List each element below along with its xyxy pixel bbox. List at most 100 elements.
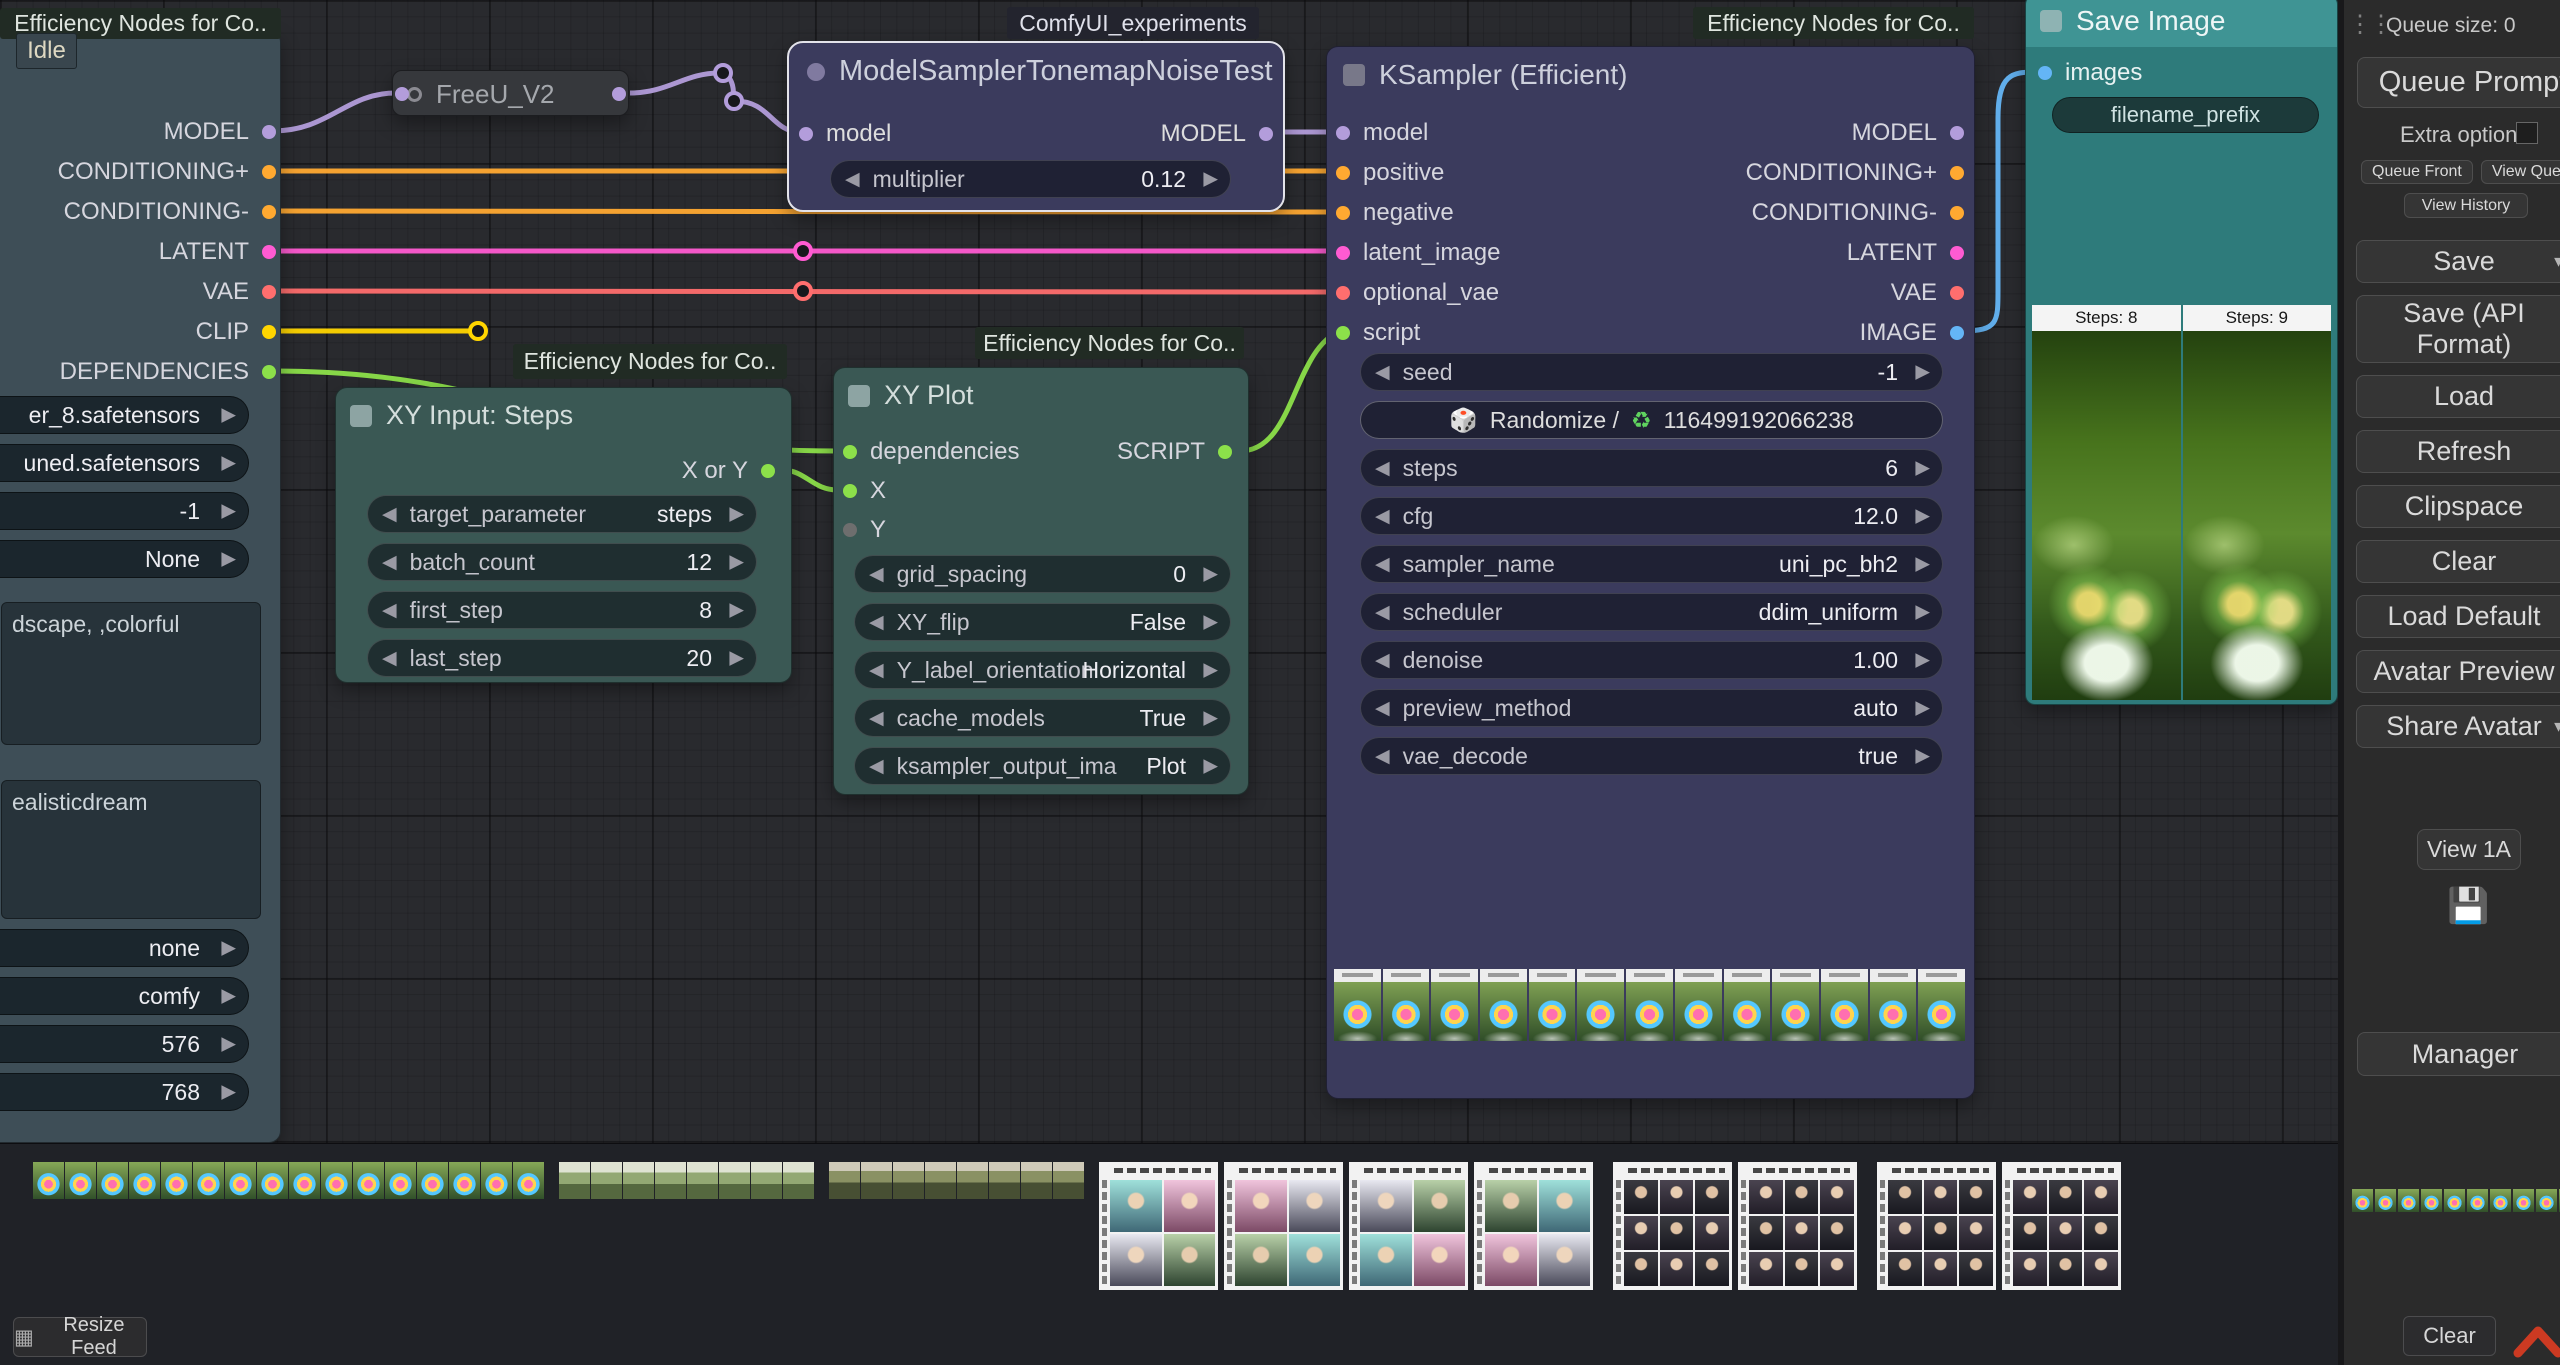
output-dot[interactable] (1950, 326, 1964, 340)
increment-arrow-icon[interactable]: ▶ (1915, 649, 1930, 672)
queue-prompt-button[interactable]: Queue Prompt (2357, 57, 2560, 108)
increment-arrow-icon[interactable]: ▶ (221, 548, 236, 571)
feed-image-panel[interactable] (1224, 1162, 1343, 1290)
feed-thumbnail[interactable] (2536, 1189, 2557, 1212)
combo-widget[interactable]: comfy ▶ (0, 977, 249, 1015)
save-workflow-icon[interactable]: 💾 (2447, 886, 2489, 926)
increment-arrow-icon[interactable]: ▶ (1203, 168, 1218, 191)
combo-widget[interactable]: -1 ▶ (0, 492, 249, 530)
randomize-button[interactable]: 🎲 Randomize / ♻ 116499192066238 (1360, 401, 1943, 439)
combo-widget[interactable]: 576 ▶ (0, 1025, 249, 1063)
increment-arrow-icon[interactable]: ▶ (1915, 553, 1930, 576)
increment-arrow-icon[interactable]: ▶ (221, 937, 236, 960)
combo-widget[interactable]: none ▶ (0, 929, 249, 967)
feed-thumbnail[interactable] (655, 1162, 686, 1199)
menu-button[interactable]: Load Default (2356, 595, 2560, 638)
output-dot[interactable] (262, 205, 276, 219)
widget-row[interactable]: ◀ vae_decode true ▶ (1360, 737, 1943, 775)
node-xy-plot[interactable]: XY Plot dependencies X Y SCRIPT ◀ (833, 367, 1249, 795)
output-slot[interactable]: VAE (1644, 273, 1974, 313)
increment-arrow-icon[interactable]: ▶ (1203, 611, 1218, 634)
menu-button[interactable]: Clipspace (2356, 485, 2560, 528)
decrement-arrow-icon[interactable]: ◀ (1375, 697, 1390, 720)
group-title-xy-input[interactable]: Efficiency Nodes for Co.. (513, 344, 787, 379)
input-slot[interactable]: X (834, 471, 1084, 510)
output-dot[interactable] (262, 245, 276, 259)
node-efficiency-loader[interactable]: MODEL CONDITIONING+ CONDITIONING- LATENT… (0, 30, 281, 1143)
widget-row[interactable]: ◀ last_step 20 ▶ (367, 639, 757, 677)
decrement-arrow-icon[interactable]: ◀ (869, 563, 884, 586)
output-dot[interactable] (1950, 286, 1964, 300)
input-dot[interactable] (843, 484, 857, 498)
output-dot[interactable] (1950, 206, 1964, 220)
output-slot[interactable]: CLIP (0, 312, 280, 352)
collapse-feed-chevron-icon[interactable] (2512, 1322, 2560, 1360)
widget-row[interactable]: ◀ target_parameter steps ▶ (367, 495, 757, 533)
decrement-arrow-icon[interactable]: ◀ (869, 659, 884, 682)
feed-thumbnail[interactable] (623, 1162, 654, 1199)
input-dot[interactable] (843, 445, 857, 459)
feed-thumbnail[interactable] (559, 1162, 590, 1199)
decrement-arrow-icon[interactable]: ◀ (1375, 553, 1390, 576)
input-slot[interactable]: script (1327, 313, 1657, 353)
increment-arrow-icon[interactable]: ▶ (729, 599, 744, 622)
input-dot[interactable] (1336, 166, 1350, 180)
feed-image-panel[interactable] (1474, 1162, 1593, 1290)
output-slot[interactable]: VAE (0, 272, 280, 312)
group-title-experiments[interactable]: ComfyUI_experiments (1007, 7, 1259, 39)
decrement-arrow-icon[interactable]: ◀ (869, 755, 884, 778)
increment-arrow-icon[interactable]: ▶ (1915, 361, 1930, 384)
negative-prompt-textarea[interactable]: ealisticdream (1, 780, 261, 919)
collapse-box-icon[interactable] (350, 405, 372, 427)
input-slot[interactable]: latent_image (1327, 233, 1657, 273)
feed-image-panel[interactable] (1738, 1162, 1857, 1290)
seed-widget[interactable]: ◀ seed -1 ▶ (1360, 353, 1943, 391)
feed-thumbnail[interactable] (1021, 1162, 1052, 1199)
extra-options-checkbox[interactable] (2516, 122, 2538, 144)
widget-row[interactable]: ◀ scheduler ddim_uniform ▶ (1360, 593, 1943, 631)
input-dot[interactable] (843, 523, 857, 537)
input-dot[interactable] (2038, 66, 2052, 80)
increment-arrow-icon[interactable]: ▶ (1915, 745, 1930, 768)
input-slot[interactable]: model (799, 120, 891, 148)
output-slot[interactable]: SCRIPT (1034, 432, 1242, 471)
collapse-box-icon[interactable] (848, 385, 870, 407)
feed-thumbnail[interactable] (957, 1162, 988, 1199)
node-ksampler-efficient[interactable]: KSampler (Efficient) model positive nega… (1326, 46, 1975, 1099)
feed-thumbnail[interactable] (591, 1162, 622, 1199)
view-history-button[interactable]: View History (2404, 193, 2528, 218)
node-model-sampler-tonemap[interactable]: ModelSamplerTonemapNoiseTest model MODEL… (787, 41, 1285, 212)
increment-arrow-icon[interactable]: ▶ (1203, 563, 1218, 586)
widget-row[interactable]: ◀ batch_count 12 ▶ (367, 543, 757, 581)
output-dot[interactable] (262, 165, 276, 179)
feed-thumbnail[interactable] (129, 1162, 160, 1199)
output-dot[interactable] (262, 125, 276, 139)
input-slot[interactable]: positive (1327, 153, 1657, 193)
output-dot[interactable] (1259, 127, 1273, 141)
feed-thumbnail[interactable] (97, 1162, 128, 1199)
input-slot[interactable]: images (2029, 53, 2142, 93)
feed-image-panel[interactable] (1613, 1162, 1732, 1290)
multiplier-widget[interactable]: ◀ multiplier 0.12 ▶ (830, 160, 1231, 198)
output-slot[interactable]: X or Y (336, 451, 785, 491)
feed-thumbnail[interactable] (289, 1162, 320, 1199)
preview-image[interactable]: Steps: 8 (2032, 305, 2181, 700)
widget-row[interactable]: ◀ XY_flip False ▶ (854, 603, 1231, 641)
menu-button[interactable]: Avatar Preview (2356, 650, 2560, 693)
feed-thumbnail[interactable] (65, 1162, 96, 1199)
feed-thumbnail[interactable] (161, 1162, 192, 1199)
input-slot[interactable]: optional_vae (1327, 273, 1657, 313)
decrement-arrow-icon[interactable]: ◀ (1375, 361, 1390, 384)
decrement-arrow-icon[interactable]: ◀ (845, 168, 860, 191)
menu-drag-handle-icon[interactable]: ⋮⋮ (2348, 10, 2390, 39)
increment-arrow-icon[interactable]: ▶ (729, 503, 744, 526)
output-slot[interactable]: CONDITIONING- (0, 192, 280, 232)
feed-thumbnail[interactable] (2375, 1189, 2396, 1212)
increment-arrow-icon[interactable]: ▶ (221, 404, 236, 427)
menu-small-button[interactable]: Queue Front (2361, 160, 2473, 184)
widget-row[interactable]: ◀ preview_method auto ▶ (1360, 689, 1943, 727)
menu-button[interactable]: Load (2356, 375, 2560, 418)
menu-small-button[interactable]: View Queue (2481, 160, 2560, 184)
feed-thumbnail[interactable] (1053, 1162, 1084, 1199)
input-dot[interactable] (1336, 246, 1350, 260)
